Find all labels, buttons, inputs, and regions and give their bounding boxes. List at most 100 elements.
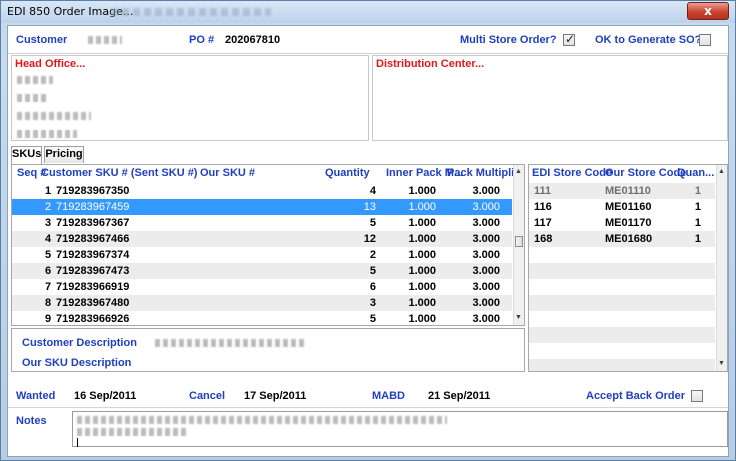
scroll-up-icon[interactable]: ▲ [515, 168, 522, 175]
skus-grid-scrollbar[interactable]: ▲ ▼ [513, 165, 524, 325]
text-cursor [77, 438, 78, 447]
col-our-sku[interactable]: Our SKU # [200, 167, 255, 179]
head-office-line-3 [17, 112, 91, 120]
our-sku-description-label: Our SKU Description [22, 357, 132, 369]
table-row[interactable]: 8 719283967480 3 1.000 3.000 [12, 295, 512, 311]
cell-pack-multiplier: 3.000 [472, 217, 500, 229]
cell-inner-pack: 1.000 [408, 265, 436, 277]
cell-inner-pack: 1.000 [408, 281, 436, 293]
cell-quantity: 4 [369, 185, 376, 197]
cancel-value[interactable]: 17 Sep/2011 [244, 390, 306, 402]
cell-seq: 3 [45, 217, 52, 229]
accept-back-order-label: Accept Back Order [586, 390, 686, 402]
table-row[interactable]: 168 ME01680 1 [529, 231, 715, 247]
ok-generate-checkbox[interactable] [699, 34, 711, 46]
cell-pack-multiplier: 3.000 [472, 201, 500, 213]
cell-seq: 2 [45, 201, 52, 213]
head-office-line-4 [17, 130, 77, 138]
cell-our-code: ME01170 [605, 217, 652, 229]
stores-grid-header: EDI Store Code Our Store Code Quan... [529, 165, 715, 181]
empty-row [529, 279, 715, 295]
table-row[interactable]: 6 719283967473 5 1.000 3.000 [12, 263, 512, 279]
table-row[interactable]: 4 719283967466 12 1.000 3.000 [12, 231, 512, 247]
head-office-line-1 [17, 76, 53, 84]
table-row[interactable]: 1 719283967350 4 1.000 3.000 [12, 183, 512, 199]
cell-quantity: 3 [369, 297, 376, 309]
cell-pack-multiplier: 3.000 [472, 185, 500, 197]
col-store-quantity[interactable]: Quan... [677, 167, 714, 179]
col-pack-multiplier[interactable]: Pack Multipli... [447, 167, 523, 179]
table-row[interactable]: 116 ME01160 1 [529, 199, 715, 215]
customer-description-label: Customer Description [22, 337, 137, 349]
stores-grid: EDI Store Code Our Store Code Quan... 11… [528, 164, 728, 372]
scroll-thumb[interactable] [515, 236, 523, 247]
divider [8, 407, 728, 408]
order-header: Customer PO # 202067810 Multi Store Orde… [8, 26, 728, 54]
cell-store-quantity: 1 [694, 185, 701, 197]
cell-quantity: 5 [369, 217, 376, 229]
multi-store-checkbox[interactable]: ✓ [563, 32, 576, 46]
cell-pack-multiplier: 3.000 [472, 313, 500, 325]
table-row[interactable]: 5 719283967374 2 1.000 3.000 [12, 247, 512, 263]
cell-pack-multiplier: 3.000 [472, 265, 500, 277]
client-area: Customer PO # 202067810 Multi Store Orde… [7, 25, 729, 457]
cell-customer-sku: 719283967466 [56, 233, 130, 245]
distribution-center-title: Distribution Center... [376, 58, 485, 70]
cell-customer-sku: 719283967480 [56, 297, 130, 309]
notes-line-2-redacted [77, 428, 187, 436]
cell-seq: 8 [45, 297, 52, 309]
tab-pricing[interactable]: Pricing [44, 146, 84, 163]
empty-row [529, 327, 715, 343]
cell-our-code: ME01110 [605, 185, 651, 197]
cell-edi-code: 117 [534, 217, 552, 229]
skus-grid: Seq # Customer SKU # (Sent SKU #) Our SK… [11, 164, 525, 326]
table-row[interactable]: 117 ME01170 1 [529, 215, 715, 231]
stores-grid-scrollbar[interactable]: ▲ ▼ [716, 165, 727, 371]
cell-quantity: 13 [363, 201, 376, 213]
cell-store-quantity: 1 [694, 217, 701, 229]
dates-row: Wanted 16 Sep/2011 Cancel 17 Sep/2011 MA… [8, 384, 728, 406]
table-row[interactable]: 7 719283966919 6 1.000 3.000 [12, 279, 512, 295]
po-label: PO # [189, 34, 215, 46]
ok-generate-label: OK to Generate SO? [595, 34, 702, 46]
close-button[interactable]: x [687, 2, 729, 20]
cell-store-quantity: 1 [694, 233, 701, 245]
col-quantity[interactable]: Quantity [325, 167, 370, 179]
cell-store-quantity: 1 [694, 201, 701, 213]
cell-edi-code: 111 [534, 185, 552, 197]
notes-label: Notes [16, 415, 47, 427]
mabd-value[interactable]: 21 Sep/2011 [428, 390, 490, 402]
notes-textarea[interactable] [72, 411, 728, 447]
col-edi-store-code[interactable]: EDI Store Code [532, 167, 612, 179]
table-row[interactable]: 111 ME01110 1 [529, 183, 715, 199]
title-bar[interactable]: EDI 850 Order Image... x [1, 1, 735, 23]
empty-row [529, 311, 715, 327]
scroll-down-icon[interactable]: ▼ [718, 360, 725, 367]
empty-row [529, 295, 715, 311]
cell-inner-pack: 1.000 [408, 217, 436, 229]
cell-seq: 7 [45, 281, 52, 293]
cell-customer-sku: 719283967459 [56, 201, 130, 213]
wanted-value[interactable]: 16 Sep/2011 [74, 390, 136, 402]
accept-back-order-checkbox[interactable] [691, 390, 703, 402]
tab-skus[interactable]: SKUs [11, 146, 42, 164]
edi-order-window: EDI 850 Order Image... x Customer PO # 2… [0, 0, 736, 461]
distribution-center-panel[interactable]: Distribution Center... [372, 55, 728, 141]
cell-pack-multiplier: 3.000 [472, 281, 500, 293]
scroll-up-icon[interactable]: ▲ [718, 168, 725, 175]
table-row-selected[interactable]: 2 719283967459 13 1.000 3.000 [12, 199, 512, 215]
scroll-down-icon[interactable]: ▼ [515, 314, 522, 321]
head-office-panel[interactable]: Head Office... [11, 55, 369, 141]
col-our-store-code[interactable]: Our Store Code [605, 167, 686, 179]
cell-customer-sku: 719283967374 [56, 249, 130, 261]
empty-row [529, 263, 715, 279]
head-office-title: Head Office... [15, 58, 86, 70]
wanted-label: Wanted [16, 390, 56, 402]
cell-pack-multiplier: 3.000 [472, 249, 500, 261]
table-row[interactable]: 9 719283966926 5 1.000 3.000 [12, 311, 512, 327]
cell-seq: 9 [45, 313, 52, 325]
cell-customer-sku: 719283966919 [56, 281, 130, 293]
col-customer-sku[interactable]: Customer SKU # (Sent SKU #) [41, 167, 197, 179]
table-row[interactable]: 3 719283967367 5 1.000 3.000 [12, 215, 512, 231]
check-icon: ✓ [565, 32, 576, 46]
